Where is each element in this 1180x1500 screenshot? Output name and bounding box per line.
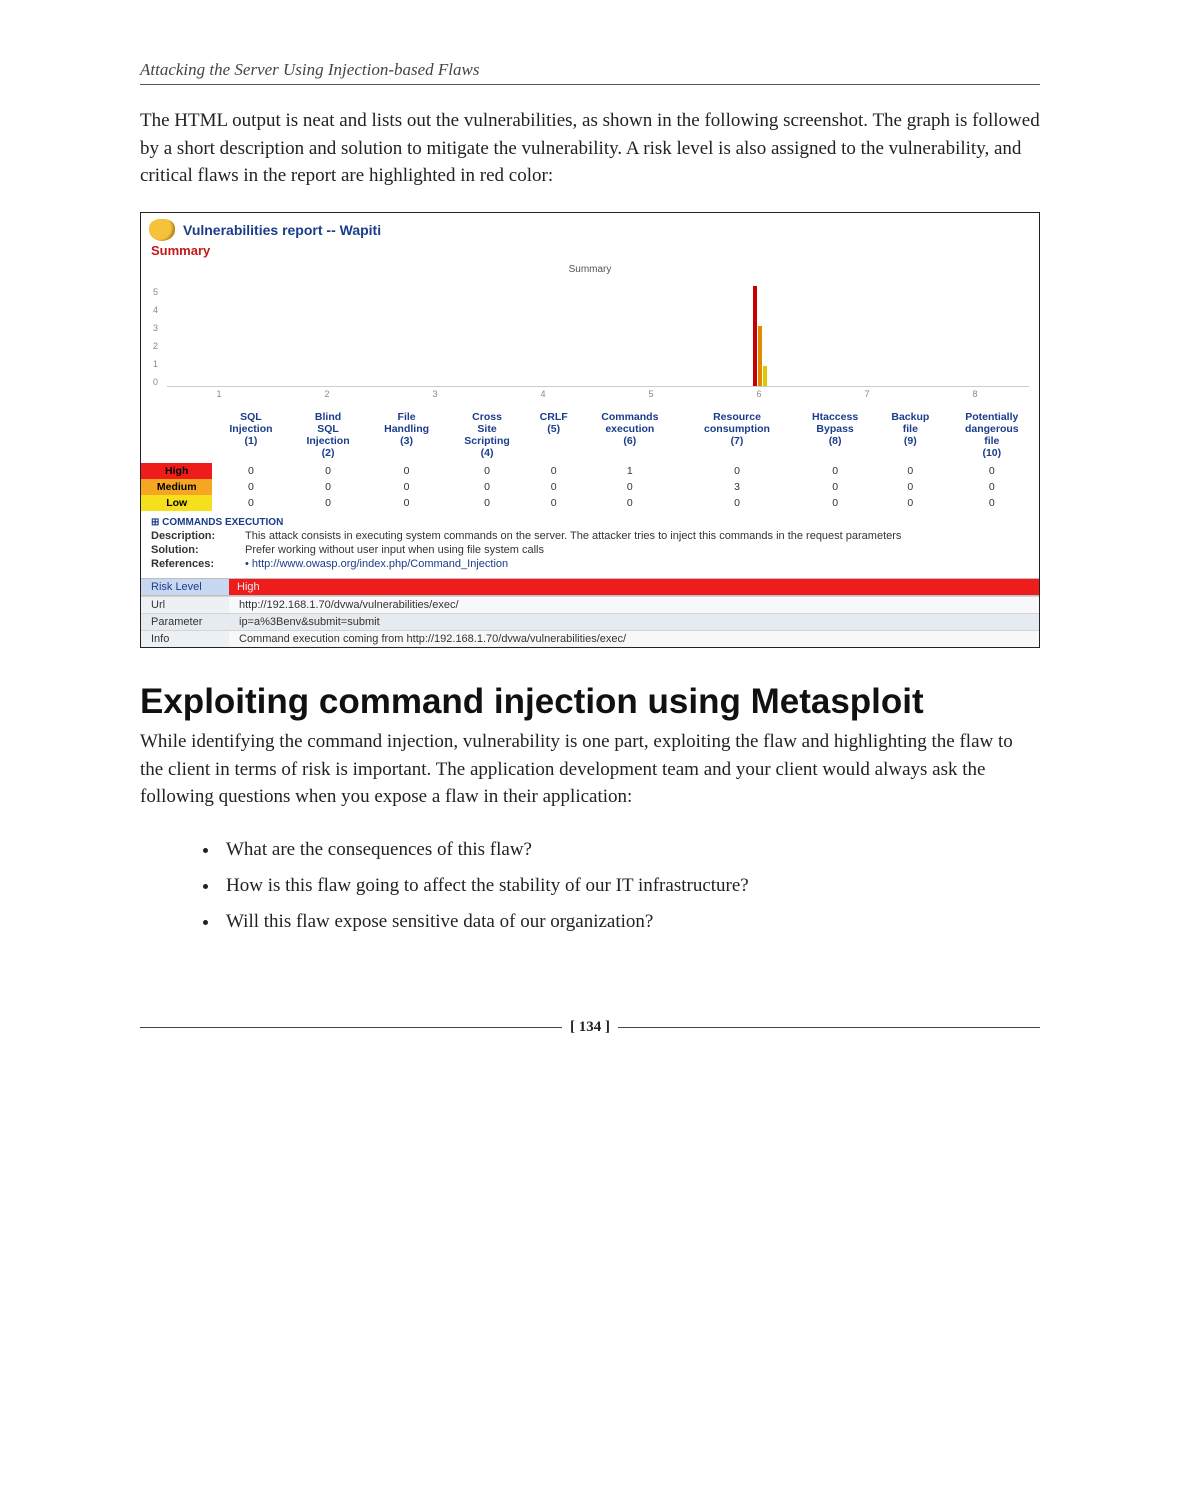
reference-link[interactable]: • http://www.owasp.org/index.php/Command…: [245, 558, 1029, 570]
vuln-count: 0: [367, 479, 447, 495]
question-item: Will this flaw expose sensitive data of …: [220, 905, 1040, 939]
details-section-title: ⊞ COMMANDS EXECUTION: [141, 511, 1039, 530]
summary-heading: Summary: [141, 243, 1039, 262]
vuln-count: 0: [367, 463, 447, 479]
chart-subtitle: Summary: [151, 264, 1029, 275]
intro-paragraph: The HTML output is neat and lists out th…: [140, 107, 1040, 190]
question-item: What are the consequences of this flaw?: [220, 833, 1040, 867]
info-key: Parameter: [141, 613, 229, 630]
vuln-count: 0: [290, 479, 367, 495]
vuln-count: 0: [212, 479, 289, 495]
vuln-count: 0: [680, 463, 794, 479]
solution-text: Prefer working without user input when u…: [245, 544, 1029, 556]
vuln-count: 3: [680, 479, 794, 495]
label-references: References:: [151, 558, 239, 570]
report-title: Vulnerabilities report -- Wapiti: [183, 222, 381, 238]
vuln-count: 0: [876, 495, 945, 511]
page-rule: [618, 1027, 1040, 1028]
wapiti-report-screenshot: Vulnerabilities report -- Wapiti Summary…: [140, 212, 1040, 648]
vuln-count: 0: [794, 495, 876, 511]
question-item: How is this flaw going to affect the sta…: [220, 869, 1040, 903]
vuln-count: 0: [447, 463, 528, 479]
vuln-count: 1: [580, 463, 680, 479]
vuln-count: 0: [945, 463, 1039, 479]
info-value: ip=a%3Benv&submit=submit: [229, 613, 1039, 630]
section-heading: Exploiting command injection using Metas…: [140, 682, 1040, 722]
vuln-count: 0: [528, 495, 580, 511]
vuln-count: 0: [447, 479, 528, 495]
description-text: This attack consists in executing system…: [245, 530, 1029, 542]
vuln-count: 0: [580, 479, 680, 495]
vuln-count: 0: [945, 495, 1039, 511]
section-paragraph: While identifying the command injection,…: [140, 728, 1040, 811]
vuln-count: 0: [528, 479, 580, 495]
info-value: Command execution coming from http://192…: [229, 630, 1039, 647]
info-value: http://192.168.1.70/dvwa/vulnerabilities…: [229, 596, 1039, 613]
vuln-count: 0: [876, 463, 945, 479]
risk-level-value: High: [229, 578, 1039, 595]
vuln-count: 0: [447, 495, 528, 511]
summary-chart: Summary 543210 12345678: [141, 262, 1039, 399]
vuln-count: 0: [876, 479, 945, 495]
vuln-count: 0: [528, 463, 580, 479]
label-solution: Solution:: [151, 544, 239, 556]
vuln-count: 0: [794, 479, 876, 495]
info-key: Url: [141, 596, 229, 613]
page-number: [ 134 ]: [562, 1019, 618, 1036]
vuln-count: 0: [580, 495, 680, 511]
vuln-count: 0: [212, 463, 289, 479]
vuln-count: 0: [680, 495, 794, 511]
running-header: Attacking the Server Using Injection-bas…: [140, 60, 1040, 85]
page-rule: [140, 1027, 562, 1028]
vuln-count: 0: [945, 479, 1039, 495]
severity-medium: Medium: [141, 479, 212, 495]
vuln-count: 0: [794, 463, 876, 479]
info-key: Info: [141, 630, 229, 647]
vuln-count: 0: [367, 495, 447, 511]
vuln-count: 0: [290, 495, 367, 511]
vulnerability-table: SQLInjection(1)BlindSQLInjection(2)FileH…: [141, 407, 1039, 511]
vuln-count: 0: [212, 495, 289, 511]
vuln-count: 0: [290, 463, 367, 479]
label-description: Description:: [151, 530, 239, 542]
severity-high: High: [141, 463, 212, 479]
wapiti-logo-icon: [149, 219, 175, 241]
severity-low: Low: [141, 495, 212, 511]
risk-level-header: Risk Level: [141, 578, 229, 595]
